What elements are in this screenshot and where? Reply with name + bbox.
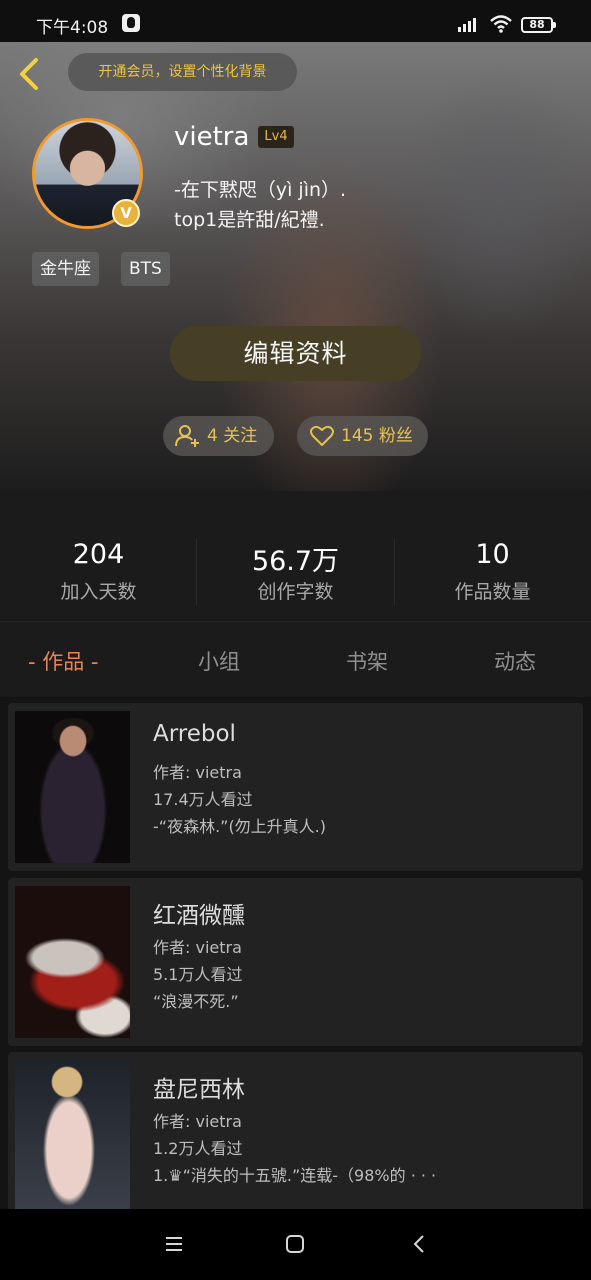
profile-header: 开通会员，设置个性化背景 V vietra Lv4 -在下黙咫（yì jìn）.…	[0, 42, 591, 491]
stat-join-days: 204 加入天数	[0, 539, 197, 604]
stat-word-count: 56.7万 创作字数	[197, 539, 394, 604]
fans-button[interactable]: 145 粉丝	[297, 416, 428, 456]
stat-value: 204	[72, 539, 125, 570]
status-bar: 下午4:08 88	[0, 0, 591, 42]
menu-icon[interactable]	[164, 1235, 184, 1253]
work-author: 作者: vietra	[153, 763, 242, 782]
stat-value: 10	[475, 539, 510, 570]
stat-label: 作品数量	[454, 581, 531, 603]
battery-icon: 88	[521, 17, 556, 33]
work-cover-image	[15, 886, 130, 1038]
fans-count: 145 粉丝	[341, 426, 413, 446]
work-intro: “浪漫不死.”	[153, 992, 239, 1011]
tab-bar: - 作品 - 小组 书架 动态	[0, 621, 591, 696]
system-nav-bar	[0, 1209, 591, 1280]
stats-row: 204 加入天数 56.7万 创作字数 10 作品数量	[0, 491, 591, 621]
level-badge: Lv4	[258, 126, 294, 148]
stat-works-count: 10 作品数量	[394, 539, 591, 604]
edit-profile-button[interactable]: 编辑资料	[170, 326, 421, 381]
stat-label: 创作字数	[257, 581, 334, 603]
work-views: 1.2万人看过	[153, 1139, 243, 1158]
stat-label: 加入天数	[60, 581, 137, 603]
work-title: Arrebol	[153, 721, 236, 747]
add-user-icon	[175, 425, 199, 447]
heart-icon	[310, 425, 334, 446]
work-views: 17.4万人看过	[153, 790, 253, 809]
work-title: 盘尼西林	[153, 1077, 245, 1103]
work-card[interactable]: 红酒微醺 作者: vietra 5.1万人看过 “浪漫不死.”	[8, 878, 583, 1046]
stat-value: 56.7万	[251, 546, 340, 577]
username: vietra	[174, 122, 250, 152]
bio-line: -在下黙咫（yì jìn）.	[174, 179, 347, 201]
work-title: 红酒微醺	[153, 903, 245, 929]
vip-background-prompt[interactable]: 开通会员，设置个性化背景	[68, 53, 297, 91]
tab-groups[interactable]: 小组	[198, 646, 240, 676]
works-list: Arrebol 作者: vietra 17.4万人看过 -“夜森林.”(勿上升真…	[0, 697, 591, 1209]
status-time: 下午4:08	[36, 18, 109, 38]
following-button[interactable]: 4 关注	[163, 416, 274, 456]
home-square-icon[interactable]	[285, 1235, 305, 1253]
work-views: 5.1万人看过	[153, 965, 243, 984]
work-cover-image	[15, 1060, 130, 1209]
signal-icon	[458, 16, 480, 32]
vip-badge-icon: V	[112, 199, 140, 227]
following-count: 4 关注	[207, 426, 258, 446]
bio-line: top1是許甜/紀禮.	[174, 209, 325, 231]
work-card[interactable]: 盘尼西林 作者: vietra 1.2万人看过 1.♛“消失的十五號.”连载-（…	[8, 1052, 583, 1209]
work-intro: 1.♛“消失的十五號.”连载-（98%的 · · ·	[153, 1166, 437, 1185]
tab-bookshelf[interactable]: 书架	[346, 646, 388, 676]
work-cover-image	[15, 711, 130, 863]
tag-bts: BTS	[121, 252, 170, 286]
back-nav-icon[interactable]	[410, 1235, 430, 1253]
qq-notification-icon	[122, 14, 140, 32]
tag-zodiac: 金牛座	[32, 252, 99, 286]
work-card[interactable]: Arrebol 作者: vietra 17.4万人看过 -“夜森林.”(勿上升真…	[8, 703, 583, 871]
work-author: 作者: vietra	[153, 938, 242, 957]
work-intro: -“夜森林.”(勿上升真人.)	[153, 817, 327, 836]
work-author: 作者: vietra	[153, 1112, 242, 1131]
wifi-icon	[490, 15, 512, 33]
back-arrow-icon[interactable]	[12, 54, 48, 94]
tab-works[interactable]: - 作品 -	[28, 646, 99, 676]
tab-activity[interactable]: 动态	[494, 646, 536, 676]
